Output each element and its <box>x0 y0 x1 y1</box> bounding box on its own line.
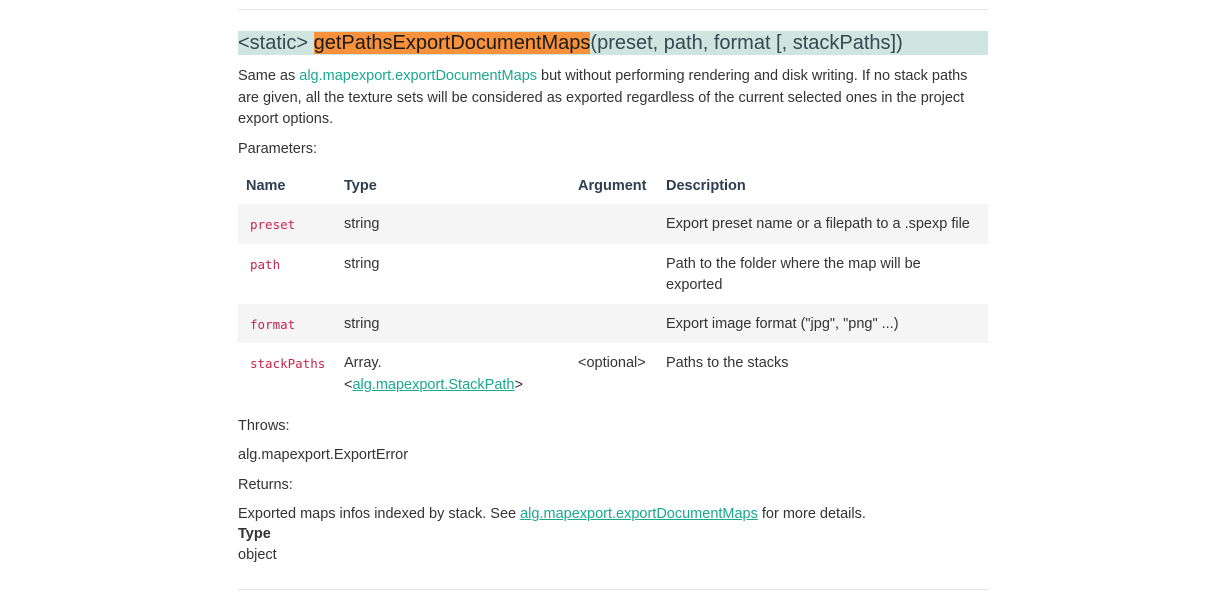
header-type: Type <box>344 178 377 194</box>
description-text-start: Same as <box>238 68 300 84</box>
param-argument: <optional> <box>578 355 646 371</box>
signature-prefix: <static> <box>238 32 314 54</box>
function-name: getPathsExportDocumentMaps <box>313 32 591 54</box>
param-name: path <box>250 256 281 272</box>
param-type: string <box>344 255 380 272</box>
bottom-divider <box>238 589 988 590</box>
table-row: path string Path to the folder where the… <box>238 244 988 304</box>
parameters-table: Name Type Argument Description preset st… <box>238 168 988 403</box>
table-row: stackPaths Array. <alg.mapexport.StackPat… <box>238 343 988 403</box>
table-header-row: Name Type Argument Description <box>238 168 988 204</box>
param-name: preset <box>250 217 296 232</box>
param-type: Array. <alg.mapexport.StackPath> <box>336 343 570 403</box>
return-type-label: Type <box>238 526 271 542</box>
returns-text-end: for more details. <box>757 506 866 522</box>
param-name: format <box>250 316 296 332</box>
header-description: Description <box>666 178 746 194</box>
param-argument <box>570 204 658 244</box>
param-description: Path to the folder where the map will be… <box>666 255 921 294</box>
param-description: Paths to the stacks <box>666 355 789 371</box>
param-description: Export preset name or a filepath to a .s… <box>658 204 988 244</box>
returns-heading: Returns: <box>238 477 293 493</box>
returns-text-start: Exported maps infos indexed by stack. Se… <box>238 506 521 522</box>
param-type: string <box>336 204 570 244</box>
param-argument <box>570 244 658 304</box>
method-signature: <static> getPathsExportDocumentMaps(pres… <box>238 31 988 55</box>
header-name: Name <box>246 178 286 194</box>
type-bracket-close: > <box>514 376 523 393</box>
parameters-heading: Parameters: <box>238 141 317 157</box>
top-divider <box>238 9 988 10</box>
header-argument: Argument <box>578 178 647 194</box>
param-description: Export image format ("jpg", "png" ...) <box>658 303 988 343</box>
stack-path-type-link[interactable]: alg.mapexport.StackPath <box>352 377 514 393</box>
type-prefix: Array. <box>344 355 382 371</box>
param-type: string <box>336 303 570 343</box>
param-argument <box>570 303 658 343</box>
signature-args: (preset, path, format [, stackPaths]) <box>590 32 903 54</box>
return-type-value: object <box>238 547 277 563</box>
table-row: format string Export image format ("jpg"… <box>238 303 988 343</box>
returns-export-document-maps-link[interactable]: alg.mapexport.exportDocumentMaps <box>520 506 758 522</box>
table-row: preset string Export preset name or a fi… <box>238 204 988 244</box>
returns-description: Exported maps infos indexed by stack. Se… <box>238 504 988 525</box>
export-error-link[interactable]: alg.mapexport.ExportError <box>238 445 408 465</box>
export-document-maps-link[interactable]: alg.mapexport.exportDocumentMaps <box>299 68 537 84</box>
param-name: stackPaths <box>250 356 326 371</box>
method-description: Same as alg.mapexport.exportDocumentMaps… <box>238 66 988 131</box>
throws-heading: Throws: <box>238 418 290 434</box>
